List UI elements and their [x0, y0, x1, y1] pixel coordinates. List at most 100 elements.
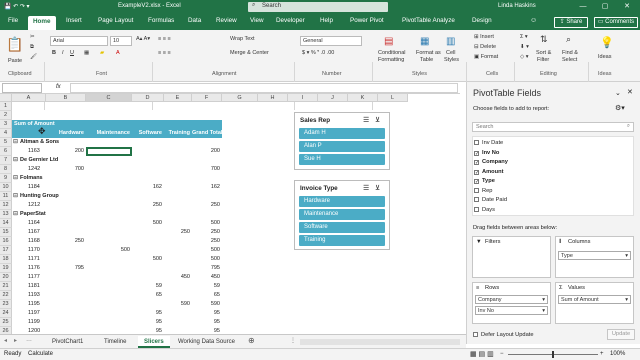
wrap-text-button[interactable]: Wrap Text — [230, 36, 255, 42]
more-icon[interactable]: ⋮ — [290, 337, 296, 344]
tab-design[interactable]: Design — [472, 17, 492, 24]
multi-select-icon[interactable]: ☰ — [363, 116, 369, 124]
zoom-slider-thumb[interactable] — [552, 351, 554, 358]
checkbox-icon[interactable] — [474, 187, 479, 193]
collapse-icon[interactable]: ⊟ — [13, 138, 18, 145]
conditional-formatting-label[interactable]: Conditional — [378, 50, 406, 56]
sheet-tab-slicers[interactable]: Slicers — [138, 336, 170, 348]
font-name-select[interactable]: Arial — [50, 36, 108, 46]
field-item[interactable]: Rep — [474, 187, 492, 194]
checkbox-icon[interactable]: ✓ — [474, 179, 479, 185]
font-color-icon[interactable]: A — [116, 50, 120, 56]
name-box[interactable] — [2, 83, 42, 93]
delete-cells-button[interactable]: ⊟ Delete — [474, 44, 496, 50]
format-cells-button[interactable]: ▣ Format — [474, 54, 498, 60]
pivot-value-cell[interactable] — [46, 183, 86, 192]
row-header[interactable]: 3 — [0, 120, 12, 129]
pivot-value-cell[interactable] — [86, 219, 132, 228]
pivot-value-cell[interactable] — [86, 237, 132, 246]
column-header[interactable]: G — [222, 94, 258, 102]
cut-icon[interactable]: ✂ — [30, 34, 35, 40]
values-field-pill[interactable]: Sum of Amount ▾ — [558, 295, 631, 304]
collapse-icon[interactable]: ⊟ — [13, 192, 18, 199]
save-icon[interactable]: 💾 ↶ ↷ ▾ — [4, 3, 30, 10]
underline-icon[interactable]: U — [70, 50, 74, 56]
tab-file[interactable]: File — [8, 17, 18, 24]
row-header[interactable]: 8 — [0, 165, 12, 174]
conditional-formatting-icon[interactable]: ▤ — [384, 36, 393, 47]
paste-label[interactable]: Paste — [8, 58, 22, 64]
tab-insert[interactable]: Insert — [66, 17, 82, 24]
pivot-value-cell[interactable] — [46, 282, 86, 291]
slicer-item[interactable]: Software — [299, 222, 385, 233]
pivot-value-cell[interactable] — [132, 264, 164, 273]
pivot-value-cell[interactable] — [46, 291, 86, 300]
tab-view[interactable]: View — [250, 17, 264, 24]
formula-input[interactable] — [70, 83, 458, 93]
column-header[interactable]: L — [378, 94, 408, 102]
row-header[interactable]: 26 — [0, 327, 12, 334]
pivot-value-cell[interactable]: 500 — [192, 246, 222, 255]
row-header[interactable]: 13 — [0, 210, 12, 219]
pivot-value-cell[interactable]: 590 — [164, 300, 192, 309]
clear-filter-icon[interactable]: ⊻ — [375, 116, 380, 124]
column-header[interactable]: F — [192, 94, 222, 102]
user-name[interactable]: Linda Haskins — [498, 3, 536, 9]
column-header[interactable]: B — [46, 94, 86, 102]
find-select-label-2[interactable]: Select — [562, 57, 577, 63]
pivot-value-cell[interactable]: 700 — [46, 165, 86, 174]
pivot-value-cell[interactable]: 95 — [132, 327, 164, 334]
copy-icon[interactable]: ⧉ — [30, 44, 34, 51]
pivot-value-cell[interactable] — [132, 300, 164, 309]
pivot-value-cell[interactable]: 500 — [86, 246, 132, 255]
scroll-left-icon[interactable]: ◂ — [4, 337, 7, 344]
row-header[interactable]: 24 — [0, 309, 12, 318]
row-header[interactable]: 15 — [0, 228, 12, 237]
paste-icon[interactable]: 📋 — [6, 36, 23, 53]
pivot-value-cell[interactable] — [164, 291, 192, 300]
pivot-value-cell[interactable]: 500 — [192, 255, 222, 264]
column-header[interactable]: D — [132, 94, 164, 102]
pivot-value-cell[interactable] — [164, 309, 192, 318]
zoom-level[interactable]: 100% — [610, 351, 625, 357]
pivot-value-cell[interactable]: 95 — [192, 309, 222, 318]
fill-color-icon[interactable]: ▰ — [100, 50, 104, 56]
pivot-column-header[interactable]: Grand Total — [192, 129, 222, 138]
format-table-icon[interactable]: ▦ — [420, 36, 429, 47]
columns-field-pill[interactable]: Type ▾ — [558, 251, 631, 260]
format-table-label[interactable]: Format as — [416, 50, 441, 56]
minimize-button[interactable]: — — [572, 2, 594, 12]
column-header[interactable]: K — [348, 94, 378, 102]
pivot-value-cell[interactable] — [132, 246, 164, 255]
checkbox-icon[interactable]: ✓ — [474, 150, 479, 156]
pivot-value-cell[interactable]: 162 — [132, 183, 164, 192]
pivot-value-cell[interactable] — [164, 246, 192, 255]
column-header[interactable]: E — [164, 94, 192, 102]
fill-icon[interactable]: ⬇ ▾ — [520, 44, 529, 50]
pivot-value-cell[interactable]: 95 — [132, 318, 164, 327]
pivot-value-cell[interactable] — [164, 327, 192, 334]
conditional-formatting-label-2[interactable]: Formatting — [378, 57, 404, 63]
pivot-value-cell[interactable]: 500 — [132, 255, 164, 264]
cell-styles-label[interactable]: Cell — [446, 50, 455, 56]
borders-icon[interactable]: ▦ — [84, 50, 89, 56]
pivot-value-cell[interactable] — [164, 255, 192, 264]
pivot-value-cell[interactable] — [132, 237, 164, 246]
smile-icon[interactable]: ☺ — [530, 17, 537, 24]
close-icon[interactable]: ✕ — [627, 88, 633, 96]
row-header[interactable]: 20 — [0, 273, 12, 282]
slicer-item[interactable]: Maintenance — [299, 209, 385, 220]
clear-icon[interactable]: ◇ ▾ — [520, 54, 529, 60]
pivot-value-cell[interactable]: 59 — [132, 282, 164, 291]
pivot-value-cell[interactable] — [46, 309, 86, 318]
cell-styles-label-2[interactable]: Styles — [444, 57, 459, 63]
field-item[interactable]: ✓ Inv No — [474, 150, 499, 156]
pivot-value-cell[interactable] — [46, 318, 86, 327]
column-header[interactable]: H — [258, 94, 288, 102]
chevron-down-icon[interactable]: ⌄ — [615, 89, 621, 97]
pivot-value-cell[interactable] — [46, 255, 86, 264]
row-header[interactable]: 21 — [0, 282, 12, 291]
pivot-value-cell[interactable] — [86, 300, 132, 309]
pivot-value-cell[interactable] — [86, 183, 132, 192]
values-area[interactable]: Σ Values Sum of Amount ▾ — [555, 282, 634, 324]
